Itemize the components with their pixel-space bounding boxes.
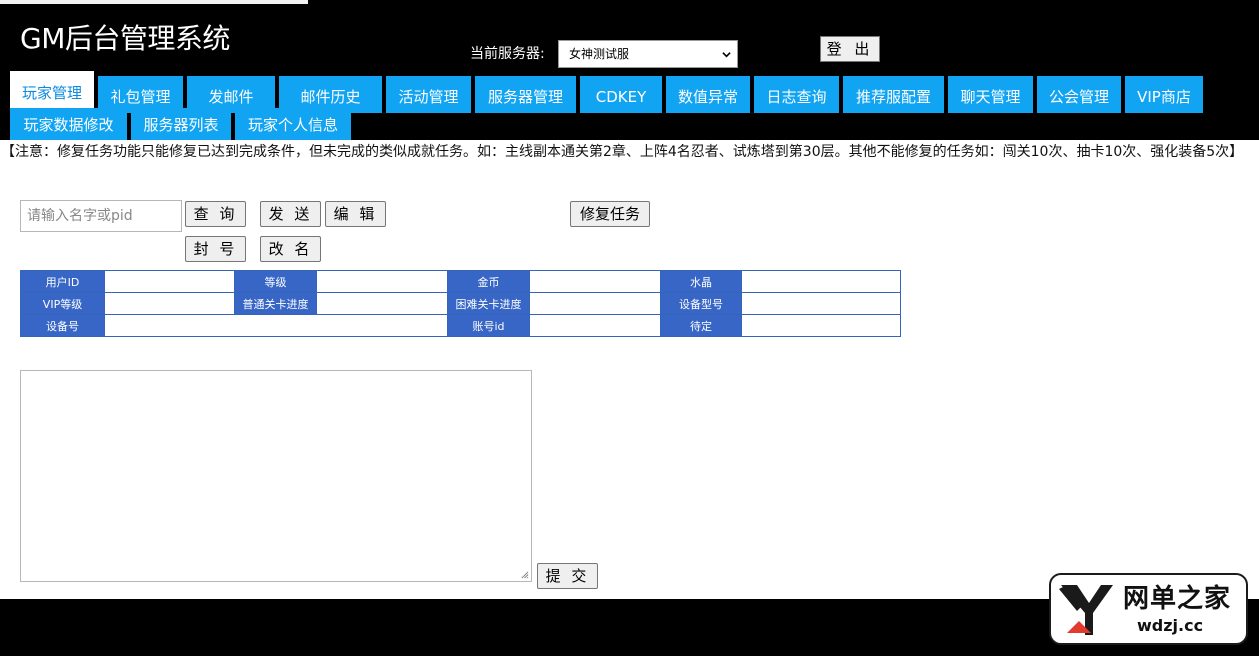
content-textarea[interactable] bbox=[20, 370, 532, 582]
tab-activity-management[interactable]: 活动管理 bbox=[386, 76, 471, 113]
label-account-id: 账号id bbox=[447, 314, 530, 337]
notice-text: 【注意：修复任务功能只能修复已达到完成条件，但未完成的类似成就任务。如：主线副本… bbox=[1, 144, 1244, 160]
value-user-id bbox=[104, 270, 235, 293]
label-device-model: 设备型号 bbox=[660, 292, 742, 315]
label-normal-stage-progress: 普通关卡进度 bbox=[234, 292, 317, 315]
value-pending bbox=[741, 314, 901, 337]
server-label: 当前服务器: bbox=[470, 46, 545, 62]
tab-value-anomaly[interactable]: 数值异常 bbox=[666, 76, 750, 113]
server-select-value: 女神测试服 bbox=[569, 47, 630, 61]
tab-log-query[interactable]: 日志查询 bbox=[754, 76, 839, 113]
tab-server-management[interactable]: 服务器管理 bbox=[475, 76, 576, 113]
value-level bbox=[316, 270, 448, 293]
label-crystal: 水晶 bbox=[660, 270, 742, 293]
logout-button[interactable]: 登 出 bbox=[820, 36, 880, 62]
player-info-table: 用户ID 等级 金币 水晶 VIP等级 普通关卡进度 困难关卡进度 设备型号 设… bbox=[20, 270, 901, 337]
ban-button[interactable]: 封 号 bbox=[185, 236, 246, 262]
table-row: 设备号 账号id 待定 bbox=[20, 314, 901, 337]
fix-task-button[interactable]: 修复任务 bbox=[570, 201, 650, 227]
header: GM后台管理系统 当前服务器: 女神测试服 登 出 bbox=[0, 0, 1259, 70]
label-level: 等级 bbox=[234, 270, 317, 293]
value-normal-stage-progress bbox=[316, 292, 448, 315]
label-user-id: 用户ID bbox=[20, 270, 105, 293]
tab-player-data-edit[interactable]: 玩家数据修改 bbox=[10, 108, 127, 140]
resize-grip-icon[interactable] bbox=[520, 570, 529, 579]
rename-button[interactable]: 改 名 bbox=[260, 236, 321, 262]
value-crystal bbox=[741, 270, 901, 293]
edit-button[interactable]: 编 辑 bbox=[325, 201, 386, 227]
send-button[interactable]: 发 送 bbox=[260, 201, 321, 227]
label-gold: 金币 bbox=[447, 270, 530, 293]
watermark-badge: 网单之家 wdzj.cc bbox=[1049, 573, 1248, 645]
main-panel: 【注意：修复任务功能只能修复已达到完成条件，但未完成的类似成就任务。如：主线副本… bbox=[0, 140, 1259, 599]
search-placeholder: 请输入名字或pid bbox=[27, 208, 133, 224]
chevron-down-icon bbox=[722, 52, 731, 58]
tab-player-management[interactable]: 玩家管理 bbox=[10, 71, 94, 110]
label-hard-stage-progress: 困难关卡进度 bbox=[447, 292, 530, 315]
server-select[interactable]: 女神测试服 bbox=[558, 40, 738, 68]
tab-server-list[interactable]: 服务器列表 bbox=[131, 108, 231, 140]
watermark-name: 网单之家 bbox=[1123, 584, 1232, 614]
value-vip-level bbox=[104, 292, 235, 315]
tab-recommend-server-config[interactable]: 推荐服配置 bbox=[843, 76, 944, 113]
value-device-id bbox=[104, 314, 448, 337]
submit-button[interactable]: 提 交 bbox=[537, 563, 598, 589]
app-title: GM后台管理系统 bbox=[20, 22, 230, 55]
query-button[interactable]: 查 询 bbox=[185, 201, 246, 227]
value-gold bbox=[529, 270, 661, 293]
table-row: VIP等级 普通关卡进度 困难关卡进度 设备型号 bbox=[20, 292, 901, 315]
tab-player-personal-info[interactable]: 玩家个人信息 bbox=[235, 108, 351, 140]
site-logo-icon bbox=[1059, 585, 1113, 635]
watermark-domain: wdzj.cc bbox=[1137, 616, 1204, 635]
search-input[interactable]: 请输入名字或pid bbox=[20, 200, 182, 232]
value-device-model bbox=[741, 292, 901, 315]
value-hard-stage-progress bbox=[529, 292, 661, 315]
tab-chat-management[interactable]: 聊天管理 bbox=[948, 76, 1033, 113]
tab-vip-shop[interactable]: VIP商店 bbox=[1125, 76, 1203, 113]
label-pending: 待定 bbox=[660, 314, 742, 337]
label-vip-level: VIP等级 bbox=[20, 292, 105, 315]
tab-cdkey[interactable]: CDKEY bbox=[580, 76, 662, 113]
table-row: 用户ID 等级 金币 水晶 bbox=[20, 270, 901, 293]
tab-guild-management[interactable]: 公会管理 bbox=[1037, 76, 1121, 113]
value-account-id bbox=[529, 314, 661, 337]
label-device-id: 设备号 bbox=[20, 314, 105, 337]
